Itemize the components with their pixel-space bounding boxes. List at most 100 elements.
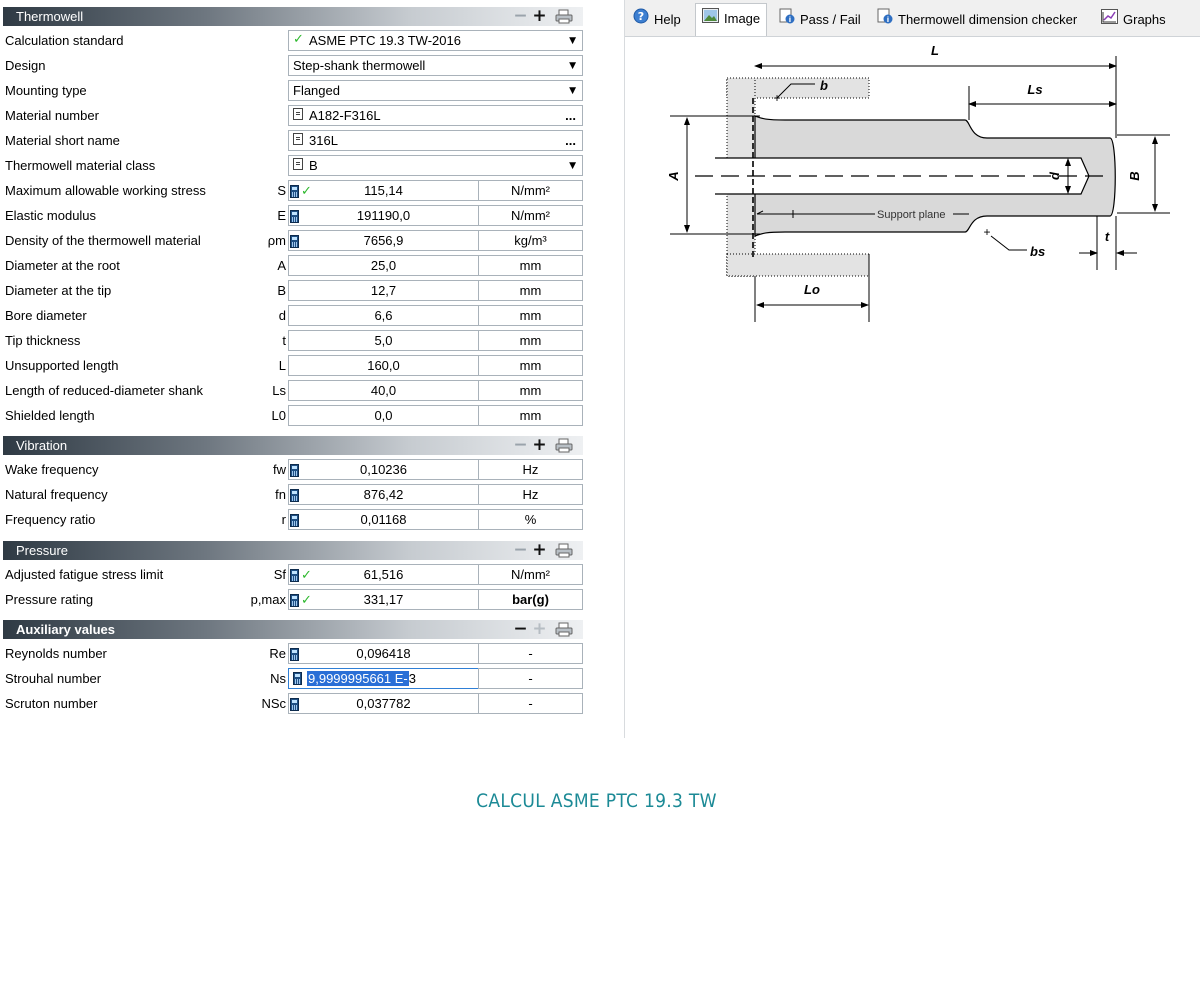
section-title: Pressure <box>16 543 69 558</box>
calculator-icon[interactable] <box>290 184 299 198</box>
tab-dimension-checker[interactable]: i Thermowell dimension checker <box>877 6 1077 34</box>
section-header-thermowell[interactable]: Thermowell − + <box>3 7 583 26</box>
value-field[interactable]: 115,14 <box>288 180 479 201</box>
svg-text:i: i <box>887 16 889 24</box>
unit-field: mm <box>478 330 583 351</box>
calculation-standard-select[interactable]: ✓ ASME PTC 19.3 TW-2016 ▼ <box>288 30 583 51</box>
field-icons <box>290 512 299 528</box>
field-icons <box>290 462 299 478</box>
unit-field: N/mm² <box>478 205 583 226</box>
data-row: Tip thickness t 5,0 mm <box>0 329 588 354</box>
chevron-down-icon[interactable]: ▼ <box>569 157 576 176</box>
field-label: Maximum allowable working stress <box>5 183 206 198</box>
calculator-icon[interactable] <box>290 209 299 223</box>
value-field[interactable]: 61,516 <box>288 564 479 585</box>
value-field[interactable]: 9,9999995661 E-3 <box>288 668 479 689</box>
expand-icon[interactable]: + <box>531 8 548 25</box>
field-symbol: B <box>277 283 286 298</box>
section-header-vibration[interactable]: Vibration − + <box>3 436 583 455</box>
field-symbol: fn <box>275 487 286 502</box>
expand-icon[interactable]: + <box>531 437 548 454</box>
value-field[interactable]: 0,0 <box>288 405 479 426</box>
tab-graphs[interactable]: Graphs <box>1101 6 1166 34</box>
mounting-type-select[interactable]: Flanged ▼ <box>288 80 583 101</box>
field-label: Unsupported length <box>5 358 119 373</box>
value-field[interactable]: 0,096418 <box>288 643 479 664</box>
value-field[interactable]: 331,17 <box>288 589 479 610</box>
help-icon: ? <box>633 6 649 34</box>
value-field[interactable]: 160,0 <box>288 355 479 376</box>
unit-field: mm <box>478 405 583 426</box>
print-icon[interactable] <box>555 543 573 558</box>
calculator-icon[interactable] <box>290 593 299 607</box>
print-icon[interactable] <box>555 9 573 24</box>
data-row: Frequency ratio r 0,01168% <box>0 508 588 533</box>
field-icons: ✓ <box>290 183 312 199</box>
value-field[interactable]: 191190,0 <box>288 205 479 226</box>
data-row: Elastic modulus E 191190,0 N/mm² <box>0 204 588 229</box>
unit-field: - <box>478 693 583 714</box>
value-field[interactable]: 7656,9 <box>288 230 479 251</box>
value-field[interactable]: 40,0 <box>288 380 479 401</box>
expand-icon[interactable]: + <box>531 542 548 559</box>
calculator-icon[interactable] <box>290 513 299 527</box>
calculator-icon[interactable] <box>290 568 299 582</box>
value-field[interactable]: 25,0 <box>288 255 479 276</box>
calculator-icon[interactable] <box>290 697 299 711</box>
unit-field: mm <box>478 280 583 301</box>
shield-bottom <box>726 253 870 277</box>
browse-button[interactable]: ... <box>565 131 576 150</box>
svg-text:i: i <box>789 16 791 24</box>
field-label: Tip thickness <box>5 333 81 348</box>
tab-help[interactable]: ? Help <box>633 6 681 34</box>
calculator-icon[interactable] <box>290 488 299 502</box>
value-field[interactable]: 0,01168 <box>288 509 479 530</box>
thermowell-drawing: L Ls + b A d B Support plane + bs t Lo <box>666 43 1170 322</box>
collapse-icon[interactable]: − <box>512 8 529 25</box>
material-class-select[interactable]: B ▼ <box>288 155 583 176</box>
section-header-pressure[interactable]: Pressure − + <box>3 541 583 560</box>
unit-field: Hz <box>478 484 583 505</box>
field-label: Frequency ratio <box>5 512 96 527</box>
collapse-icon[interactable]: − <box>512 542 529 559</box>
label-L: L <box>931 43 939 58</box>
field-label: Scruton number <box>5 696 98 711</box>
tab-label: Graphs <box>1123 12 1166 27</box>
browse-button[interactable]: ... <box>565 106 576 125</box>
collapse-icon[interactable]: − <box>512 437 529 454</box>
field-symbol: Sf <box>273 567 286 582</box>
chevron-down-icon[interactable]: ▼ <box>569 82 576 101</box>
unit-field: % <box>478 509 583 530</box>
calculator-icon[interactable] <box>293 672 302 685</box>
tab-label: Thermowell dimension checker <box>898 12 1078 27</box>
value-field[interactable]: 5,0 <box>288 330 479 351</box>
value-field[interactable]: 12,7 <box>288 280 479 301</box>
calculator-icon[interactable] <box>290 234 299 248</box>
chevron-down-icon[interactable]: ▼ <box>569 57 576 76</box>
check-icon: ✓ <box>301 567 312 583</box>
row-material-class: Thermowell material class B ▼ <box>0 154 588 179</box>
tab-image[interactable]: Image <box>695 3 768 36</box>
field-icons <box>290 646 299 662</box>
expand-icon[interactable]: + <box>531 621 548 638</box>
calculator-icon[interactable] <box>290 463 299 477</box>
material-number-field[interactable]: A182-F316L ... <box>288 105 583 126</box>
section-header-auxiliary[interactable]: Auxiliary values − + <box>3 620 583 639</box>
data-row: Length of reduced-diameter shank Ls 40,0 mm <box>0 379 588 404</box>
print-icon[interactable] <box>555 622 573 637</box>
field-icons <box>290 233 299 249</box>
unit-field: mm <box>478 355 583 376</box>
field-icons: ✓ <box>290 567 312 583</box>
tab-pass-fail[interactable]: i Pass / Fail <box>779 6 861 34</box>
value-field[interactable]: 0,037782 <box>288 693 479 714</box>
design-select[interactable]: Step-shank thermowell ▼ <box>288 55 583 76</box>
field-label: Diameter at the root <box>5 258 120 273</box>
collapse-icon[interactable]: − <box>512 621 529 638</box>
chevron-down-icon[interactable]: ▼ <box>569 32 576 51</box>
value-field[interactable]: 0,10236 <box>288 459 479 480</box>
print-icon[interactable] <box>555 438 573 453</box>
value-field[interactable]: 876,42 <box>288 484 479 505</box>
calculator-icon[interactable] <box>290 647 299 661</box>
value-field[interactable]: 6,6 <box>288 305 479 326</box>
material-short-name-field[interactable]: 316L ... <box>288 130 583 151</box>
